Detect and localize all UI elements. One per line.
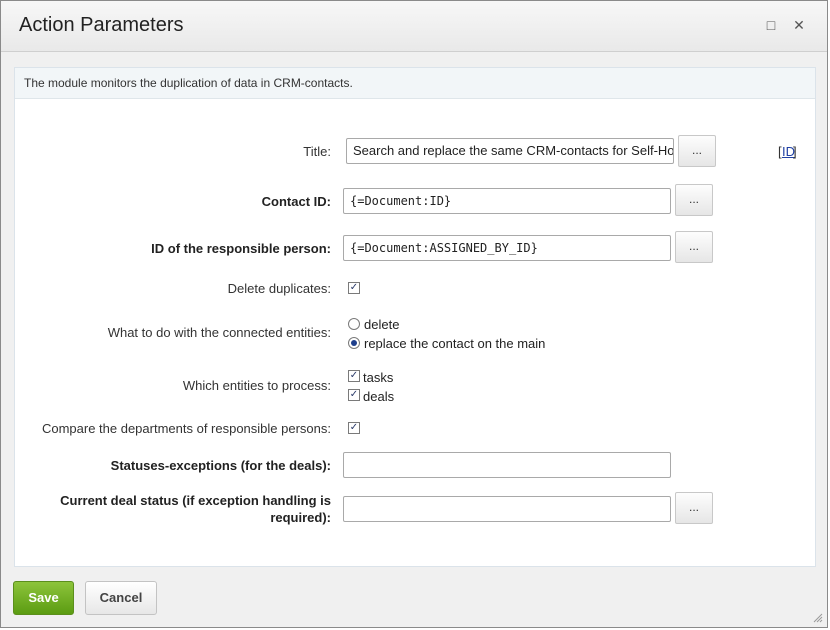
delete-duplicates-checkbox[interactable]: ✓: [348, 282, 360, 294]
delete-radio-label: delete: [364, 317, 400, 332]
dialog-title: Action Parameters: [19, 14, 184, 36]
replace-contact-radio[interactable]: [348, 337, 360, 349]
responsible-id-input[interactable]: {=Document:ASSIGNED_BY_ID}: [343, 235, 671, 261]
deals-checkbox[interactable]: ✓: [348, 389, 360, 401]
module-description: The module monitors the duplication of d…: [15, 68, 815, 99]
current-deal-status-label-line2: required):: [270, 510, 331, 525]
current-deal-status-input[interactable]: [343, 496, 671, 522]
connected-entities-label: What to do with the connected entities:: [107, 325, 331, 340]
cancel-button[interactable]: Cancel: [85, 581, 157, 615]
delete-radio[interactable]: [348, 318, 360, 330]
maximize-icon[interactable]: □: [763, 17, 779, 33]
save-button[interactable]: Save: [13, 581, 74, 615]
replace-contact-radio-label: replace the contact on the main: [364, 336, 546, 351]
id-link-close-bracket: ]: [793, 144, 797, 159]
responsible-id-select-button[interactable]: ...: [675, 231, 713, 263]
parameters-panel: The module monitors the duplication of d…: [14, 67, 816, 567]
title-input[interactable]: Search and replace the same CRM-contacts…: [346, 138, 674, 164]
deals-checkbox-label: deals: [363, 389, 395, 404]
compare-departments-checkbox[interactable]: ✓: [348, 422, 360, 434]
close-icon[interactable]: ✕: [791, 17, 807, 33]
statuses-exceptions-input[interactable]: [343, 452, 671, 478]
tasks-checkbox[interactable]: ✓: [348, 370, 360, 382]
contact-id-select-button[interactable]: ...: [675, 184, 713, 216]
title-select-button[interactable]: ...: [678, 135, 716, 167]
entities-to-process-label: Which entities to process:: [182, 378, 331, 393]
statuses-exceptions-label: Statuses-exceptions (for the deals):: [110, 458, 331, 473]
action-parameters-dialog: Action Parameters □ ✕ The module monitor…: [0, 0, 828, 628]
current-deal-status-label-line1: Current deal status (if exception handli…: [60, 493, 331, 508]
dialog-titlebar: Action Parameters □ ✕: [1, 1, 827, 52]
compare-departments-label: Compare the departments of responsible p…: [41, 421, 331, 436]
title-label: Title:: [303, 144, 331, 159]
current-deal-status-select-button[interactable]: ...: [675, 492, 713, 524]
resize-grip-icon[interactable]: [813, 613, 823, 623]
responsible-id-label: ID of the responsible person:: [151, 241, 331, 256]
contact-id-input[interactable]: {=Document:ID}: [343, 188, 671, 214]
contact-id-label: Contact ID:: [261, 194, 331, 209]
delete-duplicates-label: Delete duplicates:: [227, 281, 331, 296]
tasks-checkbox-label: tasks: [363, 370, 394, 385]
